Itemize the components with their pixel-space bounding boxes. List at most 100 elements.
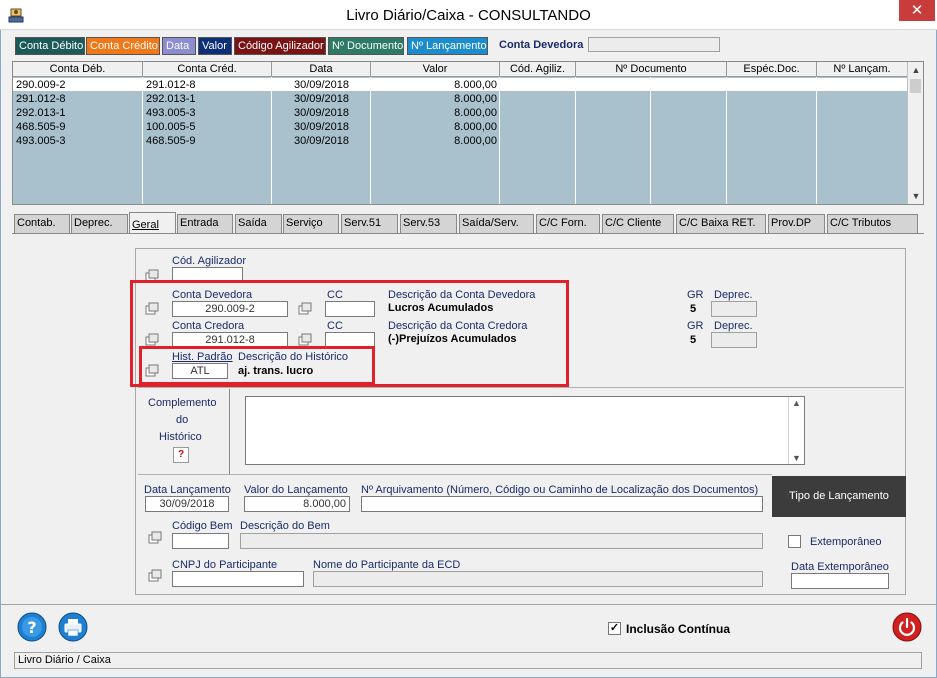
data-lancamento-input[interactable]: 30/09/2018: [145, 496, 229, 512]
tab-cc-tributos[interactable]: C/C Tributos: [827, 214, 918, 233]
data-lancamento-label: Data Lançamento: [144, 484, 231, 496]
scroll-thumb[interactable]: [910, 79, 921, 93]
window-title: Livro Diário/Caixa - CONSULTANDO: [346, 7, 591, 24]
scroll-up-icon[interactable]: ▲: [908, 62, 923, 78]
tab-serv51[interactable]: Serv.51: [341, 214, 398, 233]
valor-lancamento-label: Valor do Lançamento: [244, 484, 348, 496]
scroll-down-icon[interactable]: ▼: [792, 453, 801, 463]
help-icon[interactable]: ?: [17, 612, 47, 642]
grid-cell[interactable]: 8.000,00: [371, 92, 500, 106]
highlight-history-box: [139, 346, 375, 385]
tab-saida[interactable]: Saída: [235, 214, 282, 233]
tab-conta-credito[interactable]: Conta Crédito: [86, 37, 160, 55]
grid-cell[interactable]: 30/09/2018: [272, 106, 371, 120]
lookup-icon[interactable]: [148, 531, 162, 544]
status-text: Livro Diário / Caixa: [18, 654, 111, 666]
column-header[interactable]: Conta Déb.: [13, 62, 143, 77]
grid-cell[interactable]: 468.505-9: [13, 120, 143, 134]
extemporaneo-label: Extemporâneo: [810, 536, 882, 548]
tab-prov-dp[interactable]: Prov.DP: [768, 214, 825, 233]
codigo-bem-input[interactable]: [172, 533, 229, 549]
cnpj-participante-input[interactable]: [172, 571, 304, 587]
descricao-bem-label: Descrição do Bem: [240, 520, 330, 532]
tab-label: Serviço: [286, 217, 323, 229]
entries-grid[interactable]: Conta Déb. Conta Créd. Data Valor Cód. A…: [12, 61, 924, 205]
grid-cell[interactable]: 291.012-8: [143, 78, 272, 92]
scroll-up-icon[interactable]: ▲: [792, 398, 801, 408]
tab-geral[interactable]: Geral: [129, 212, 176, 234]
grid-cell[interactable]: 30/09/2018: [272, 134, 371, 148]
tab-cc-forn[interactable]: C/C Forn.: [536, 214, 600, 233]
grid-vertical-scrollbar[interactable]: ▲ ▼: [907, 62, 923, 204]
tab-label: Código Agilizador: [238, 40, 324, 52]
grid-cell[interactable]: 291.012-8: [13, 92, 143, 106]
grid-cell[interactable]: 493.005-3: [13, 134, 143, 148]
help-complemento-button[interactable]: ?: [173, 447, 189, 463]
column-header[interactable]: Nº Documento: [576, 62, 727, 77]
tab-deprec[interactable]: Deprec.: [71, 214, 128, 233]
column-header[interactable]: Cód. Agiliz.: [500, 62, 576, 77]
tab-label: Geral: [132, 219, 159, 231]
column-header[interactable]: Espéc.Doc.: [727, 62, 817, 77]
column-header[interactable]: Data: [272, 62, 371, 77]
close-button[interactable]: ✕: [899, 0, 935, 21]
svg-text:?: ?: [27, 618, 36, 637]
column-header[interactable]: Conta Créd.: [143, 62, 272, 77]
tab-numero-documento[interactable]: Nº Documento: [328, 37, 404, 55]
valor-lancamento-input[interactable]: 8.000,00: [244, 496, 350, 512]
tab-servico[interactable]: Serviço: [283, 214, 339, 233]
grid-cell[interactable]: 290.009-2: [13, 78, 143, 92]
column-header[interactable]: Nº Lançam.: [817, 62, 908, 77]
tab-label: Data: [166, 40, 190, 52]
status-bar: Livro Diário / Caixa: [14, 652, 922, 669]
tab-contab[interactable]: Contab.: [14, 214, 70, 233]
tab-label: Prov.DP: [771, 217, 812, 229]
tab-entrada[interactable]: Entrada: [177, 214, 233, 233]
tab-cc-baixa-ret[interactable]: C/C Baixa RET.: [676, 214, 766, 233]
grid-cell[interactable]: 292.013-1: [143, 92, 272, 106]
lookup-icon[interactable]: [148, 569, 162, 582]
tab-label: Serv.51: [344, 217, 382, 229]
tab-label: Contab.: [17, 217, 56, 229]
grid-cell[interactable]: 30/09/2018: [272, 120, 371, 134]
grid-cell[interactable]: 292.013-1: [13, 106, 143, 120]
arquivamento-input[interactable]: [361, 496, 763, 512]
grid-cell[interactable]: 30/09/2018: [272, 92, 371, 106]
tab-saida-serv[interactable]: Saída/Serv.: [459, 214, 534, 233]
tab-data[interactable]: Data: [162, 37, 196, 55]
tab-serv53[interactable]: Serv.53: [400, 214, 457, 233]
column-header[interactable]: Valor: [371, 62, 500, 77]
deprec-devedora-label: Deprec.: [714, 289, 753, 301]
scroll-down-icon[interactable]: ▼: [908, 188, 923, 204]
tab-cc-cliente[interactable]: C/C Cliente: [602, 214, 674, 233]
tab-label: Saída: [238, 217, 267, 229]
deprec-devedora-field: [711, 301, 757, 317]
print-icon[interactable]: [58, 612, 88, 642]
grid-cell[interactable]: 8.000,00: [371, 106, 500, 120]
grid-cell[interactable]: 8.000,00: [371, 134, 500, 148]
grid-cell[interactable]: 8.000,00: [371, 78, 500, 92]
complemento-historico-textarea[interactable]: ▲ ▼: [245, 396, 805, 465]
grid-cell[interactable]: 493.005-3: [143, 106, 272, 120]
complemento-label-3: Histórico: [159, 431, 202, 443]
divider: [0, 604, 937, 605]
power-icon[interactable]: [892, 612, 922, 642]
tab-valor[interactable]: Valor: [198, 37, 232, 55]
grid-cell[interactable]: 100.005-5: [143, 120, 272, 134]
codigo-bem-label: Código Bem: [172, 520, 233, 532]
data-extemporaneo-input[interactable]: [791, 573, 889, 589]
column-divider: [816, 77, 817, 204]
grid-cell[interactable]: 468.505-9: [143, 134, 272, 148]
grid-cell[interactable]: 8.000,00: [371, 120, 500, 134]
conta-devedora-filter-field[interactable]: [588, 37, 720, 52]
nome-participante-field: [313, 571, 763, 587]
extemporaneo-checkbox[interactable]: [788, 535, 801, 548]
memo-scrollbar[interactable]: ▲ ▼: [788, 397, 804, 464]
tab-codigo-agilizador[interactable]: Código Agilizador: [234, 37, 326, 55]
tipo-lancamento-button[interactable]: Tipo de Lançamento: [772, 476, 906, 517]
inclusao-continua-checkbox[interactable]: ✓: [608, 622, 621, 635]
tab-label: C/C Cliente: [605, 217, 662, 229]
grid-cell[interactable]: 30/09/2018: [272, 78, 371, 92]
tab-conta-debito[interactable]: Conta Débito: [15, 37, 85, 55]
tab-numero-lancamento[interactable]: Nº Lançamento: [407, 37, 488, 55]
